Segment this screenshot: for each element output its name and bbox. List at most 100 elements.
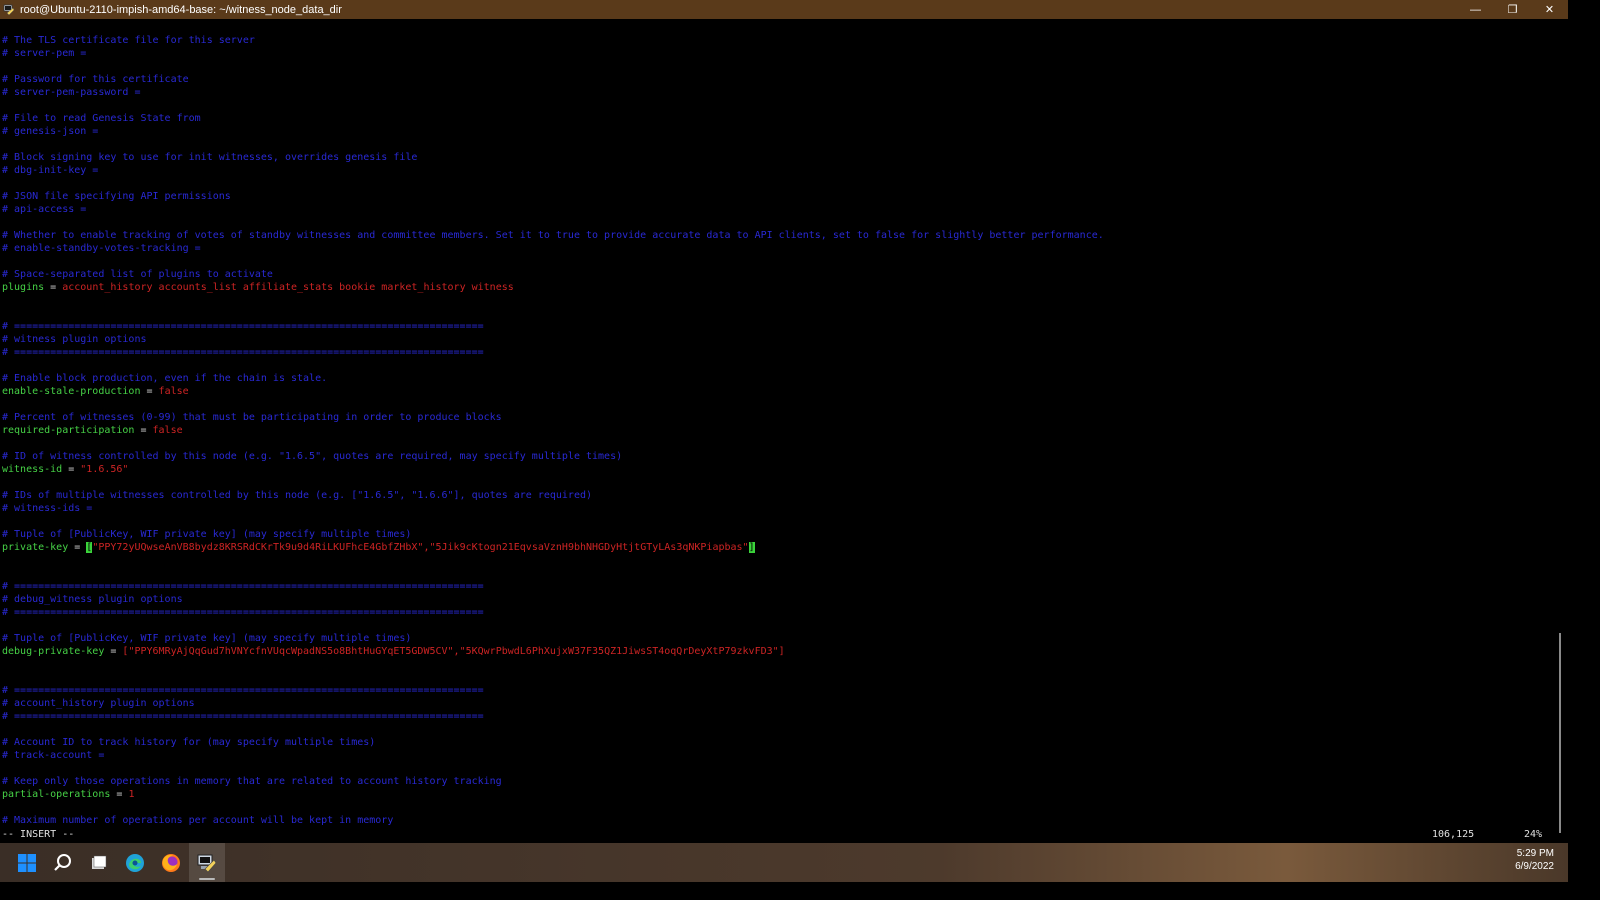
terminal-line: # ======================================…	[2, 606, 484, 619]
terminal-text: enable-stale-production	[2, 386, 141, 397]
terminal-text: # Enable block production, even if the c…	[2, 373, 328, 384]
scrollbar-thumb[interactable]	[1559, 633, 1561, 833]
terminal-text: # witness-ids =	[2, 503, 93, 514]
terminal-text: =	[110, 789, 129, 800]
terminal-text: # debug_witness plugin options	[2, 594, 183, 605]
terminal-line: # enable-standby-votes-tracking =	[2, 242, 201, 255]
windows-start-icon[interactable]	[9, 843, 45, 882]
terminal-line: # ID of witness controlled by this node …	[2, 450, 622, 463]
cursor-position: 106,125	[1432, 829, 1475, 840]
task-view-icon[interactable]	[81, 843, 117, 882]
close-button[interactable]: ✕	[1531, 0, 1568, 19]
minimize-button[interactable]: —	[1457, 0, 1494, 19]
terminal-text: # ======================================…	[2, 581, 484, 592]
terminal-line: # Password for this certificate	[2, 73, 189, 86]
terminal-text: # ======================================…	[2, 685, 484, 696]
terminal-text: # ======================================…	[2, 607, 484, 618]
terminal-line: # Keep only those operations in memory t…	[2, 775, 502, 788]
terminal-text: # ======================================…	[2, 321, 484, 332]
clock-date: 6/9/2022	[1515, 861, 1554, 872]
clock-time: 5:29 PM	[1516, 848, 1554, 859]
taskbar	[0, 843, 1568, 882]
terminal-line: # Percent of witnesses (0-99) that must …	[2, 411, 502, 424]
maximize-button[interactable]: ❐	[1494, 0, 1531, 19]
terminal-line: # Tuple of [PublicKey, WIF private key] …	[2, 632, 411, 645]
terminal-line: # File to read Genesis State from	[2, 112, 201, 125]
terminal-text: # api-access =	[2, 204, 87, 215]
terminal-text: =	[104, 646, 123, 657]
search-icon[interactable]	[45, 843, 81, 882]
terminal-text: # dbg-init-key =	[2, 165, 99, 176]
terminal-line: # ======================================…	[2, 580, 484, 593]
terminal-text: private-key	[2, 542, 69, 553]
terminal-text: # Space-separated list of plugins to act…	[2, 269, 273, 280]
terminal-line: private-key = ["PPY72yUQwseAnVB8bydz8KRS…	[2, 541, 755, 554]
terminal-line: # IDs of multiple witnesses controlled b…	[2, 489, 592, 502]
vim-status-line: -- INSERT -- 106,125 24%	[0, 828, 1552, 841]
terminal-text: # JSON file specifying API permissions	[2, 191, 231, 202]
terminal-text: # Account ID to track history for (may s…	[2, 737, 376, 748]
terminal-text: false	[152, 425, 183, 436]
terminal-line: # api-access =	[2, 203, 86, 216]
terminal-text: =	[68, 542, 87, 553]
terminal-line: # Maximum number of operations per accou…	[2, 814, 393, 827]
terminal-text: # Tuple of [PublicKey, WIF private key] …	[2, 529, 412, 540]
terminal-text: plugins	[2, 282, 45, 293]
terminal-text: # The TLS certificate file for this serv…	[2, 35, 255, 46]
terminal-line: # Enable block production, even if the c…	[2, 372, 327, 385]
system-clock[interactable]: 5:29 PM 6/9/2022	[1515, 847, 1554, 873]
terminal-text: "1.6.56"	[80, 464, 129, 475]
terminal-text: =	[134, 425, 153, 436]
firefox-icon[interactable]	[153, 843, 189, 882]
terminal-line: partial-operations = 1	[2, 788, 134, 801]
terminal-text: =	[44, 282, 63, 293]
window-title: root@Ubuntu-2110-impish-amd64-base: ~/wi…	[20, 3, 342, 16]
terminal-text: # server-pem-password =	[2, 87, 141, 98]
terminal-text: debug-private-key	[2, 646, 105, 657]
terminal-text: # server-pem =	[2, 48, 87, 59]
terminal-line: # JSON file specifying API permissions	[2, 190, 231, 203]
terminal-line: debug-private-key = ["PPY6MRyAjQqGud7hVN…	[2, 645, 785, 658]
terminal-text: 1	[128, 789, 135, 800]
terminal-text: # enable-standby-votes-tracking =	[2, 243, 201, 254]
terminal-text: # genesis-json =	[2, 126, 99, 137]
terminal-text: =	[140, 386, 159, 397]
terminal-line: # The TLS certificate file for this serv…	[2, 34, 255, 47]
terminal-line: # ======================================…	[2, 710, 484, 723]
terminal-text: # Keep only those operations in memory t…	[2, 776, 502, 787]
putty-icon[interactable]	[189, 843, 225, 882]
terminal-text: account_history accounts_list affiliate_…	[62, 282, 514, 293]
terminal-line: # Account ID to track history for (may s…	[2, 736, 375, 749]
title-bar: root@Ubuntu-2110-impish-amd64-base: ~/wi…	[0, 0, 1568, 19]
edge-browser-icon[interactable]	[117, 843, 153, 882]
terminal-line: # server-pem-password =	[2, 86, 140, 99]
terminal-text: # ======================================…	[2, 347, 484, 358]
putty-terminal-icon	[3, 4, 15, 16]
terminal-text: # ======================================…	[2, 711, 484, 722]
terminal-text: # witness plugin options	[2, 334, 147, 345]
terminal-output[interactable]: # The TLS certificate file for this serv…	[0, 19, 1552, 843]
scroll-percent: 24%	[1524, 829, 1543, 840]
terminal-scrollbar[interactable]	[1552, 19, 1568, 843]
terminal-text: partial-operations	[2, 789, 111, 800]
terminal-line: # ======================================…	[2, 320, 484, 333]
terminal-line: # genesis-json =	[2, 125, 98, 138]
terminal-text: # track-account =	[2, 750, 105, 761]
terminal-text: witness-id	[2, 464, 63, 475]
terminal-text: # Block signing key to use for init witn…	[2, 152, 418, 163]
terminal-text: # Maximum number of operations per accou…	[2, 815, 394, 826]
terminal-line: witness-id = "1.6.56"	[2, 463, 128, 476]
terminal-line: # Space-separated list of plugins to act…	[2, 268, 273, 281]
terminal-line: # account_history plugin options	[2, 697, 195, 710]
terminal-line: # dbg-init-key =	[2, 164, 98, 177]
terminal-text: # Whether to enable tracking of votes of…	[2, 230, 1104, 241]
terminal-line: enable-stale-production = false	[2, 385, 189, 398]
terminal-line: plugins = account_history accounts_list …	[2, 281, 514, 294]
terminal-line: # server-pem =	[2, 47, 86, 60]
terminal-text: # IDs of multiple witnesses controlled b…	[2, 490, 593, 501]
terminal-line: # track-account =	[2, 749, 104, 762]
terminal-line: # Tuple of [PublicKey, WIF private key] …	[2, 528, 411, 541]
terminal-line: # ======================================…	[2, 684, 484, 697]
terminal-line: # witness-ids =	[2, 502, 92, 515]
terminal-text: false	[158, 386, 189, 397]
